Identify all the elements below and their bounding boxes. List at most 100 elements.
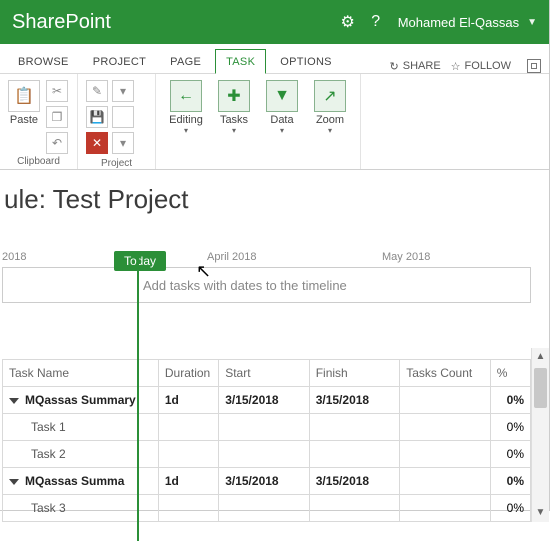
timeline-placeholder[interactable]: Add tasks with dates to the timeline — [2, 267, 531, 303]
editing-button[interactable]: ← Editing ▾ — [162, 78, 210, 137]
cell-pct[interactable]: 0% — [490, 441, 530, 468]
focus-content-icon[interactable] — [527, 59, 541, 73]
undo-icon[interactable]: ↶ — [46, 132, 68, 154]
cell-count[interactable] — [400, 387, 491, 414]
table-row[interactable]: Task 1 0% — [3, 414, 531, 441]
help-icon[interactable]: ? — [362, 13, 390, 31]
cell-pct[interactable]: 0% — [490, 387, 530, 414]
tasks-button[interactable]: ✚ Tasks ▾ — [210, 78, 258, 137]
cell-task-name[interactable]: Task 3 — [3, 495, 159, 522]
gear-icon[interactable]: ⚙ — [334, 12, 362, 32]
col-tasks-count[interactable]: Tasks Count — [400, 360, 491, 387]
table-row[interactable]: Task 2 0% — [3, 441, 531, 468]
close-icon[interactable]: ✕ — [86, 132, 108, 154]
cell-duration[interactable] — [158, 414, 218, 441]
col-task-name[interactable]: Task Name — [3, 360, 159, 387]
cell-duration[interactable] — [158, 441, 218, 468]
scroll-up-icon[interactable]: ▲ — [532, 348, 549, 366]
col-duration[interactable]: Duration — [158, 360, 218, 387]
col-start[interactable]: Start — [219, 360, 310, 387]
tasks-label: Tasks — [220, 114, 248, 126]
chevron-down-icon: ▾ — [328, 126, 332, 135]
dropdown-icon[interactable]: ▾ — [112, 80, 134, 102]
cell-duration[interactable]: 1d — [158, 468, 218, 495]
timeline: Today ↖ 2018 April 2018 May 2018 Add tas… — [2, 251, 531, 341]
cell-start[interactable]: 3/15/2018 — [219, 468, 310, 495]
cell-count[interactable] — [400, 468, 491, 495]
edit-icon[interactable]: ✎ — [86, 80, 108, 102]
timeline-placeholder-text: Add tasks with dates to the timeline — [143, 278, 347, 293]
today-marker: Today — [114, 251, 166, 271]
cell-pct[interactable]: 0% — [490, 414, 530, 441]
chevron-down-icon: ▾ — [232, 126, 236, 135]
zoom-button[interactable]: ↗ Zoom ▾ — [306, 78, 354, 137]
filter-icon: ▼ — [266, 80, 298, 112]
group-project: Project — [84, 156, 149, 169]
vertical-scrollbar[interactable]: ▲ ▼ — [531, 348, 549, 522]
save-icon[interactable]: 💾 — [86, 106, 108, 128]
cell-start[interactable] — [219, 441, 310, 468]
cell-finish[interactable]: 3/15/2018 — [309, 468, 400, 495]
chevron-down-icon: ▼ — [527, 17, 537, 28]
cell-duration[interactable] — [158, 495, 218, 522]
copy-icon[interactable]: ❐ — [46, 106, 68, 128]
table-row[interactable]: MQassas Summa1d3/15/20183/15/20180% — [3, 468, 531, 495]
cell-finish[interactable] — [309, 441, 400, 468]
col-finish[interactable]: Finish — [309, 360, 400, 387]
cell-start[interactable] — [219, 414, 310, 441]
cell-task-name[interactable]: Task 1 — [3, 414, 159, 441]
tab-task[interactable]: TASK — [215, 49, 266, 74]
paste-label: Paste — [10, 114, 38, 126]
cell-task-name[interactable]: MQassas Summa — [3, 468, 159, 495]
cell-count[interactable] — [400, 441, 491, 468]
cell-finish[interactable] — [309, 414, 400, 441]
cell-count[interactable] — [400, 495, 491, 522]
table-row[interactable]: MQassas Summary1d3/15/20183/15/20180% — [3, 387, 531, 414]
cell-task-name[interactable]: Task 2 — [3, 441, 159, 468]
zoom-label: Zoom — [316, 114, 344, 126]
cell-finish[interactable] — [309, 495, 400, 522]
ribbon-tabs: BROWSE PROJECT PAGE TASK OPTIONS ↻ SHARE… — [0, 44, 549, 74]
tab-options[interactable]: OPTIONS — [270, 50, 342, 73]
user-menu[interactable]: Mohamed El-Qassas ▼ — [398, 15, 537, 30]
chevron-down-icon: ▾ — [184, 126, 188, 135]
task-grid: Task Name Duration Start Finish Tasks Co… — [2, 359, 531, 522]
collapse-icon[interactable] — [9, 398, 19, 404]
editing-label: Editing — [169, 114, 203, 126]
plus-icon: ✚ — [218, 80, 250, 112]
col-pct[interactable]: % — [490, 360, 530, 387]
collapse-icon[interactable] — [9, 479, 19, 485]
scroll-down-icon[interactable]: ▼ — [532, 504, 549, 522]
data-button[interactable]: ▼ Data ▾ — [258, 78, 306, 137]
cell-start[interactable] — [219, 495, 310, 522]
tab-browse[interactable]: BROWSE — [8, 50, 79, 73]
follow-button[interactable]: ☆ FOLLOW — [451, 60, 511, 73]
page-title: ule: Test Project — [0, 170, 531, 223]
share-label: SHARE — [403, 60, 441, 72]
share-icon: ↻ — [390, 60, 399, 73]
axis-label: April 2018 — [137, 251, 382, 263]
cell-count[interactable] — [400, 414, 491, 441]
brand: SharePoint — [12, 11, 111, 34]
tab-project[interactable]: PROJECT — [83, 50, 156, 73]
clipboard-icon: 📋 — [8, 80, 40, 112]
paste-button[interactable]: 📋 Paste — [6, 78, 42, 128]
star-icon: ☆ — [451, 60, 461, 73]
cell-duration[interactable]: 1d — [158, 387, 218, 414]
cell-start[interactable]: 3/15/2018 — [219, 387, 310, 414]
cut-icon[interactable]: ✂ — [46, 80, 68, 102]
blank-icon[interactable] — [112, 106, 134, 128]
cell-pct[interactable]: 0% — [490, 468, 530, 495]
cell-finish[interactable]: 3/15/2018 — [309, 387, 400, 414]
chevron-down-icon: ▾ — [280, 126, 284, 135]
cell-task-name[interactable]: MQassas Summary — [3, 387, 159, 414]
table-row[interactable]: Task 3 0% — [3, 495, 531, 522]
dropdown2-icon[interactable]: ▾ — [112, 132, 134, 154]
scroll-thumb[interactable] — [534, 368, 547, 408]
axis-label: May 2018 — [382, 251, 430, 263]
cell-pct[interactable]: 0% — [490, 495, 530, 522]
tab-page[interactable]: PAGE — [160, 50, 211, 73]
share-button[interactable]: ↻ SHARE — [390, 60, 441, 73]
group-clipboard: Clipboard — [6, 154, 71, 167]
data-label: Data — [270, 114, 293, 126]
